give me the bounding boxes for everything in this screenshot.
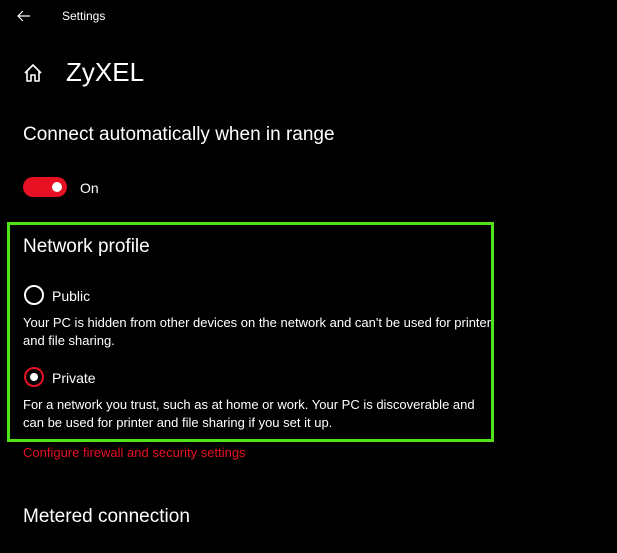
public-radio[interactable] <box>24 285 44 305</box>
public-radio-label[interactable]: Public <box>52 288 90 304</box>
back-button[interactable] <box>12 4 36 28</box>
toggle-state-label: On <box>80 180 99 196</box>
title-bar: Settings <box>0 0 617 34</box>
home-icon <box>24 64 42 82</box>
page-title: ZyXEL <box>66 57 145 87</box>
private-description: For a network you trust, such as at home… <box>23 397 475 430</box>
back-arrow-icon <box>17 10 30 22</box>
window-title: Settings <box>62 9 106 23</box>
public-description: Your PC is hidden from other devices on … <box>23 315 492 348</box>
private-radio-label[interactable]: Private <box>52 370 96 386</box>
radio-selected-dot <box>30 373 38 381</box>
metered-connection-heading: Metered connection <box>23 506 190 527</box>
network-profile-heading: Network profile <box>23 236 150 257</box>
connect-automatically-heading: Connect automatically when in range <box>23 124 335 145</box>
configure-firewall-link[interactable]: Configure firewall and security settings <box>23 445 246 460</box>
toggle-knob <box>52 182 62 192</box>
private-radio[interactable] <box>24 367 44 387</box>
connect-automatically-toggle[interactable] <box>23 177 67 197</box>
